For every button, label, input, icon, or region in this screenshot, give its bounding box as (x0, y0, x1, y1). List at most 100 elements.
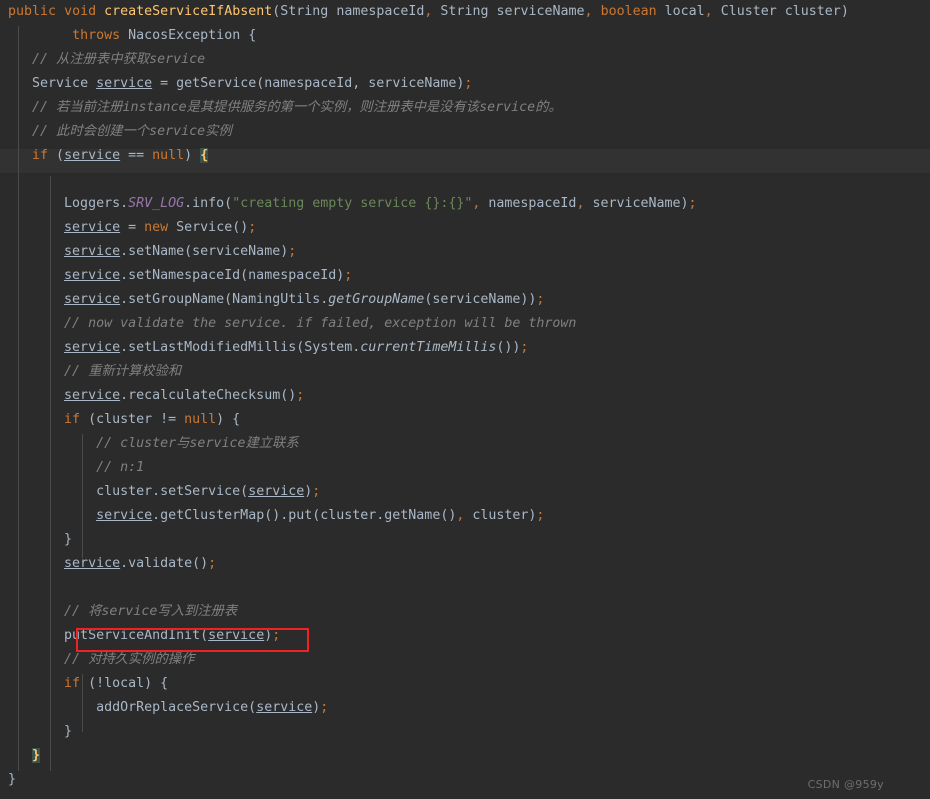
keyword-throws: throws (72, 28, 121, 43)
code-line[interactable]: if (service == null) { (0, 144, 930, 168)
code-line[interactable]: // 此时会创建一个service实例 (0, 120, 930, 144)
code-line[interactable]: service.getClusterMap().put(cluster.getN… (0, 504, 930, 528)
punct-comma: , (424, 4, 433, 19)
variable-service: service (64, 268, 121, 283)
condition-open: (cluster != (80, 412, 185, 427)
punct-brace: { (248, 28, 257, 43)
param-local: local (664, 4, 705, 19)
keyword-if: if (32, 148, 49, 163)
code-line[interactable]: if (cluster != null) { (0, 408, 930, 432)
keyword-new: new (144, 220, 169, 235)
comment: // 重新计算校验和 (64, 364, 182, 379)
keyword-public: public (8, 4, 57, 19)
assign-op: = (152, 76, 177, 91)
call-setnamespaceid: .setNamespaceId(namespaceId) (120, 268, 345, 283)
type-string: String (440, 4, 489, 19)
code-line[interactable]: putServiceAndInit(service); (0, 624, 930, 648)
method-name: createServiceIfAbsent (104, 4, 273, 19)
code-line[interactable]: // n:1 (0, 456, 930, 480)
call-putserviceandinit: putServiceAndInit( (64, 628, 209, 643)
variable-service: service (256, 700, 313, 715)
code-line[interactable]: throws NacosException { (0, 24, 930, 48)
punct-semicolon: ; (320, 700, 329, 715)
call-setservice: cluster.setService( (96, 484, 249, 499)
comment: // 对持久实例的操作 (64, 652, 195, 667)
equality-op: == (120, 148, 153, 163)
code-line[interactable]: service.recalculateChecksum(); (0, 384, 930, 408)
static-method-currenttimemillis: currentTimeMillis (360, 340, 497, 355)
punct-semicolon: ; (520, 340, 529, 355)
punct-brace: } (64, 532, 73, 547)
keyword-null: null (184, 412, 217, 427)
keyword-boolean: boolean (600, 4, 657, 19)
variable-service: service (96, 508, 153, 523)
code-line[interactable]: // 将service写入到注册表 (0, 600, 930, 624)
code-line[interactable]: // cluster与service建立联系 (0, 432, 930, 456)
variable-service: service (64, 388, 121, 403)
code-line[interactable]: service.validate(); (0, 552, 930, 576)
variable-service: service (64, 244, 121, 259)
comment: // 将service写入到注册表 (64, 604, 238, 619)
code-line[interactable]: addOrReplaceService(service); (0, 696, 930, 720)
code-line[interactable]: } (0, 528, 930, 552)
code-editor-pane[interactable]: public void createServiceIfAbsent (String… (0, 0, 930, 799)
code-line[interactable]: // now validate the service. if failed, … (0, 312, 930, 336)
code-line[interactable]: Loggers.SRV_LOG.info("creating empty ser… (0, 192, 930, 216)
code-line[interactable]: // 从注册表中获取service (0, 48, 930, 72)
call-args: (serviceName)) (424, 292, 537, 307)
call-setgroupname: .setGroupName(NamingUtils. (120, 292, 329, 307)
variable-service: service (64, 220, 121, 235)
code-line[interactable]: public void createServiceIfAbsent(String… (0, 0, 930, 24)
punct-semicolon: ; (464, 76, 473, 91)
type-string: String (280, 4, 329, 19)
assign-op: = (120, 220, 145, 235)
code-line[interactable]: } (0, 720, 930, 744)
call-info: .info( (184, 196, 233, 211)
source-code[interactable]: public void createServiceIfAbsent (String… (0, 0, 930, 792)
csdn-watermark: CSDN @959y (807, 778, 884, 791)
variable-service: service (64, 556, 121, 571)
comment: // 此时会创建一个service实例 (32, 124, 232, 139)
arg-servicename: serviceName) (584, 196, 689, 211)
code-line[interactable]: Service service = getService(namespaceId… (0, 72, 930, 96)
variable-service: service (248, 484, 305, 499)
code-line[interactable]: if (!local) { (0, 672, 930, 696)
comment: // 从注册表中获取service (32, 52, 206, 67)
code-line[interactable]: service.setNamespaceId(namespaceId); (0, 264, 930, 288)
code-line[interactable]: } (0, 768, 930, 792)
punct-comma: , (704, 4, 713, 19)
code-line[interactable] (0, 576, 930, 600)
code-line[interactable]: service = new Service(); (0, 216, 930, 240)
variable-service: service (64, 292, 121, 307)
punct-semicolon: ; (296, 388, 305, 403)
comment: // 若当前注册instance是其提供服务的第一个实例，则注册表中是没有该se… (32, 100, 562, 115)
code-line[interactable]: // 对持久实例的操作 (0, 648, 930, 672)
condition-close: ) { (216, 412, 241, 427)
variable-service: service (208, 628, 265, 643)
keyword-if: if (64, 676, 81, 691)
comment: // n:1 (96, 460, 145, 475)
condition: (!local) { (80, 676, 169, 691)
class-loggers: Loggers. (64, 196, 129, 211)
code-line[interactable]: // 重新计算校验和 (0, 360, 930, 384)
call-getservice: getService(namespaceId, serviceName) (176, 76, 465, 91)
code-line[interactable]: } (0, 744, 930, 768)
keyword-null: null (152, 148, 185, 163)
punct-semicolon: ; (272, 628, 281, 643)
code-line[interactable]: service.setName(serviceName); (0, 240, 930, 264)
punct-comma: , (584, 4, 593, 19)
code-line[interactable]: service.setGroupName(NamingUtils.getGrou… (0, 288, 930, 312)
punct-semicolon: ; (312, 484, 321, 499)
variable-service: service (64, 340, 121, 355)
punct-semicolon: ; (536, 508, 545, 523)
code-line[interactable]: service.setLastModifiedMillis(System.cur… (0, 336, 930, 360)
code-line[interactable] (0, 168, 930, 192)
code-line[interactable]: // 若当前注册instance是其提供服务的第一个实例，则注册表中是没有该se… (0, 96, 930, 120)
call-getclustermap-put: .getClusterMap().put(cluster.getName() (152, 508, 457, 523)
matched-brace: } (32, 748, 41, 763)
param-cluster: cluster (784, 4, 841, 19)
punct-brace: } (8, 772, 17, 787)
code-line[interactable]: cluster.setService(service); (0, 480, 930, 504)
punct-close-paren: ) (840, 4, 849, 19)
comment: // now validate the service. if failed, … (64, 316, 577, 331)
